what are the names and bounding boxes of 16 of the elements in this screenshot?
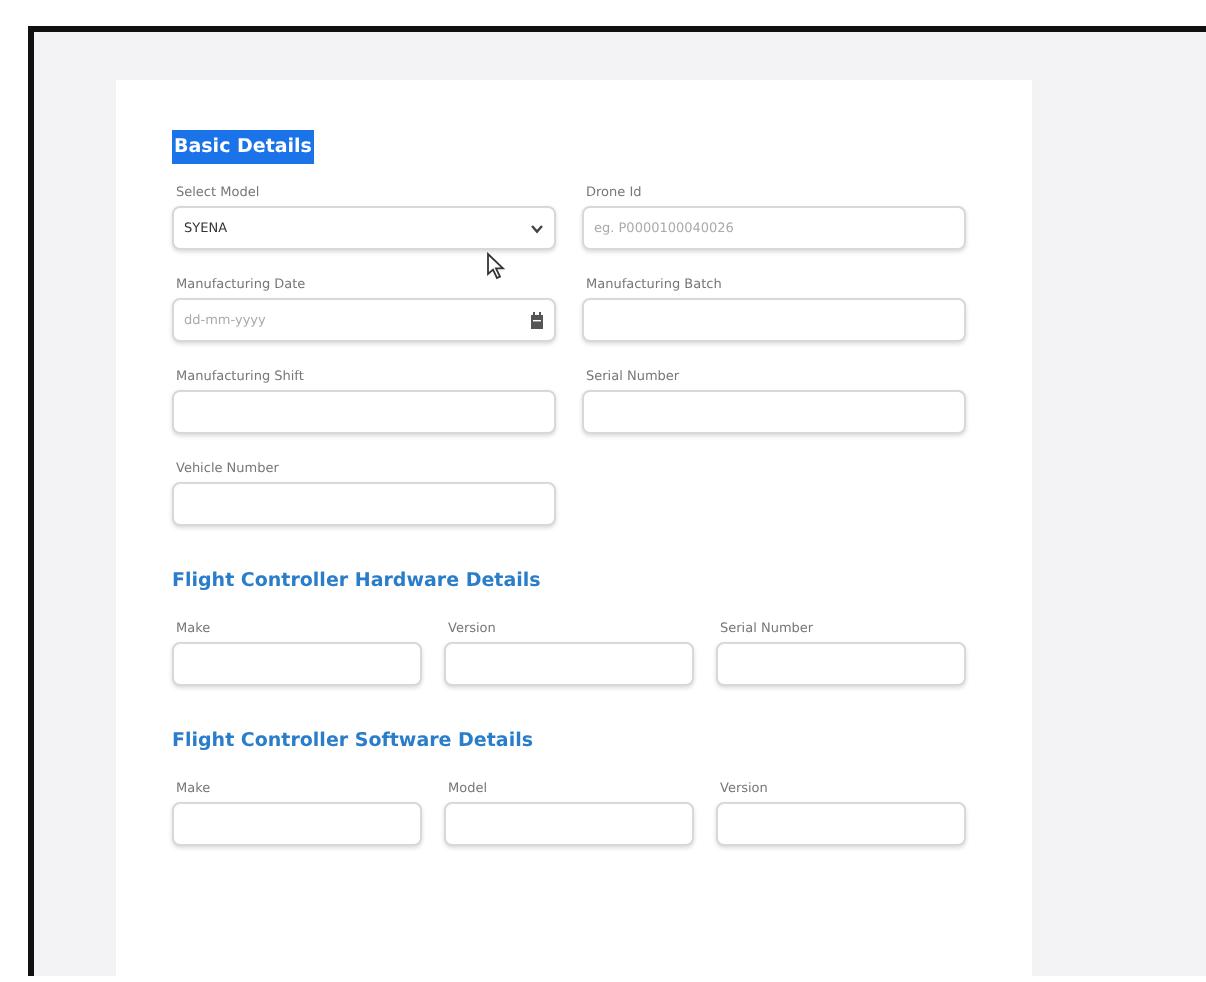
input-field[interactable] xyxy=(444,642,694,686)
input-field[interactable] xyxy=(172,802,422,846)
section-heading: Flight Controller Hardware Details xyxy=(172,568,541,596)
input-field[interactable] xyxy=(716,802,966,846)
input-field[interactable] xyxy=(716,642,966,686)
input-field[interactable] xyxy=(582,390,966,434)
input-field[interactable] xyxy=(172,390,556,434)
section-heading: Basic Details xyxy=(172,130,314,164)
input-field[interactable] xyxy=(172,642,422,686)
calendar-icon xyxy=(530,311,544,329)
mouse-pointer-icon xyxy=(486,252,506,280)
chevron-down-icon xyxy=(530,223,544,233)
section-heading: Flight Controller Software Details xyxy=(172,728,533,756)
input-field[interactable] xyxy=(172,482,556,526)
input-field[interactable] xyxy=(582,298,966,342)
input-field[interactable] xyxy=(444,802,694,846)
